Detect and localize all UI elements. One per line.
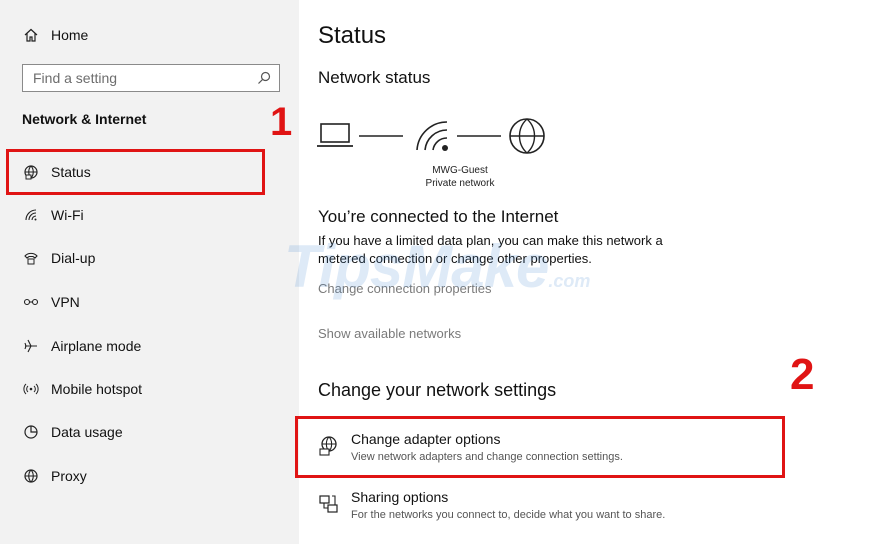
- network-status-heading: Network status: [318, 68, 431, 87]
- highlight-box-adapter: [295, 416, 785, 478]
- wifi-signal-icon: [416, 121, 448, 151]
- sidebar-item-label: Mobile hotspot: [51, 381, 143, 397]
- sidebar-item-label: Wi-Fi: [51, 207, 84, 223]
- sidebar-item-label: Airplane mode: [51, 338, 142, 354]
- wifi-icon: [22, 206, 40, 224]
- sidebar-item-vpn[interactable]: VPN: [0, 282, 299, 322]
- sidebar-item-label: Data usage: [51, 424, 123, 440]
- vpn-icon: [22, 293, 40, 311]
- search-icon: [257, 71, 271, 85]
- network-name-label: MWG-Guest Private network: [415, 164, 505, 190]
- phone-icon: [22, 249, 40, 267]
- sidebar-item-label: Dial-up: [51, 250, 96, 266]
- sidebar-item-proxy[interactable]: Proxy: [0, 456, 299, 496]
- globe-icon: [22, 467, 40, 485]
- sidebar-item-label: Home: [51, 27, 89, 43]
- highlight-box-status: [6, 149, 265, 195]
- show-available-networks-link[interactable]: Show available networks: [318, 326, 461, 341]
- search-box[interactable]: [22, 64, 280, 92]
- internet-globe-icon: [509, 118, 545, 154]
- sidebar-item-data-usage[interactable]: Data usage: [0, 412, 299, 452]
- sidebar-item-hotspot[interactable]: Mobile hotspot: [0, 369, 299, 409]
- change-connection-properties-link[interactable]: Change connection properties: [318, 281, 491, 296]
- setting-title: Sharing options: [351, 489, 449, 505]
- annotation-marker-2: 2: [790, 350, 815, 399]
- airplane-icon: [22, 337, 40, 355]
- sidebar-item-wifi[interactable]: Wi-Fi: [0, 195, 299, 235]
- connected-heading: You’re connected to the Internet: [318, 207, 559, 226]
- home-icon: [22, 26, 40, 44]
- sidebar-item-home[interactable]: Home: [0, 15, 299, 55]
- annotation-marker-1: 1: [270, 100, 293, 144]
- network-name: MWG-Guest: [432, 165, 488, 176]
- setting-description: For the networks you connect to, decide …: [351, 509, 666, 521]
- sharing-icon: [318, 493, 340, 515]
- search-input[interactable]: [33, 65, 253, 91]
- sharing-options-item[interactable]: Sharing options For the networks you con…: [318, 489, 778, 529]
- laptop-icon: [317, 123, 353, 147]
- sidebar-item-dialup[interactable]: Dial-up: [0, 238, 299, 278]
- sidebar-item-airplane[interactable]: Airplane mode: [0, 326, 299, 366]
- pie-chart-icon: [22, 423, 40, 441]
- sidebar-item-label: VPN: [51, 294, 80, 310]
- page-title: Status: [318, 22, 387, 49]
- sidebar-item-label: Proxy: [51, 468, 87, 484]
- sidebar: Home Network & Internet Status Wi-Fi Dia…: [0, 0, 299, 544]
- hotspot-icon: [22, 380, 40, 398]
- section-title: Network & Internet: [22, 111, 147, 127]
- network-type: Private network: [425, 178, 495, 189]
- connected-description: If you have a limited data plan, you can…: [318, 233, 663, 266]
- settings-heading: Change your network settings: [318, 380, 557, 400]
